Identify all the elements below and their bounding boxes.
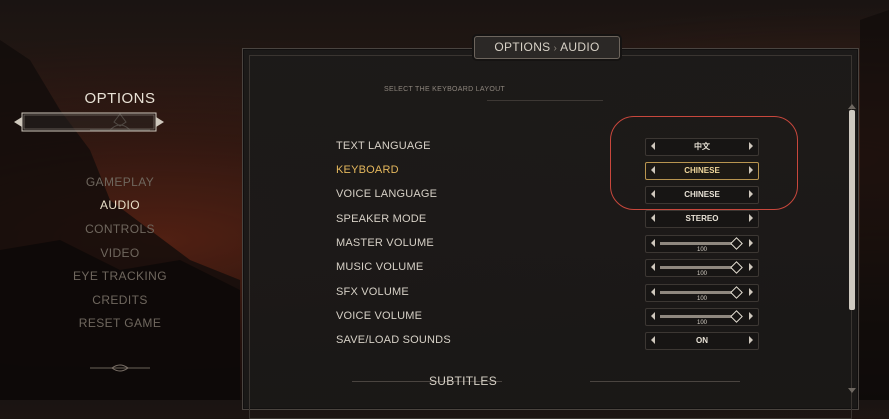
label-sfx-volume: SFX VOLUME bbox=[336, 286, 409, 298]
label-speaker-mode: SPEAKER MODE bbox=[336, 213, 427, 225]
sfx-volume-value: 100 bbox=[696, 296, 707, 302]
setting-hint: SELECT THE KEYBOARD LAYOUT bbox=[384, 86, 505, 93]
master-volume-value: 100 bbox=[696, 247, 707, 253]
hint-divider bbox=[487, 100, 603, 101]
slider-track[interactable] bbox=[660, 242, 736, 245]
label-music-volume: MUSIC VOLUME bbox=[336, 261, 424, 273]
music-volume-slider[interactable]: 100 bbox=[645, 259, 759, 277]
label-voice-language: VOICE LANGUAGE bbox=[336, 188, 438, 200]
speaker-mode-value: STEREO bbox=[685, 214, 719, 223]
voice-volume-slider[interactable]: 100 bbox=[645, 308, 759, 326]
save-load-sounds-value: ON bbox=[696, 336, 708, 345]
save-load-sounds-selector[interactable]: ON bbox=[645, 332, 759, 350]
menu-item-credits[interactable]: CREDITS bbox=[30, 293, 210, 307]
menu-item-audio[interactable]: AUDIO bbox=[30, 198, 210, 212]
arrow-right-icon[interactable] bbox=[749, 263, 753, 271]
sfx-volume-slider[interactable]: 100 bbox=[645, 284, 759, 302]
slider-track[interactable] bbox=[660, 266, 736, 269]
menu-item-reset-game[interactable]: RESET GAME bbox=[30, 316, 210, 330]
music-volume-value: 100 bbox=[696, 271, 707, 277]
speaker-mode-selector[interactable]: STEREO bbox=[645, 210, 759, 228]
arrow-right-icon[interactable] bbox=[749, 239, 753, 247]
breadcrumb-tab: OPTIONS › AUDIO bbox=[474, 36, 620, 59]
breadcrumb-options: OPTIONS bbox=[494, 40, 551, 54]
arrow-left-icon[interactable] bbox=[651, 288, 655, 296]
label-voice-volume: VOICE VOLUME bbox=[336, 310, 423, 322]
breadcrumb-separator: › bbox=[553, 43, 558, 54]
breadcrumb-audio: AUDIO bbox=[560, 40, 600, 54]
menu-item-gameplay[interactable]: GAMEPLAY bbox=[30, 175, 210, 189]
menu-item-video[interactable]: VIDEO bbox=[30, 246, 210, 260]
arrow-left-icon[interactable] bbox=[651, 263, 655, 271]
options-panel bbox=[242, 48, 859, 419]
label-save-load-sounds: SAVE/LOAD SOUNDS bbox=[336, 334, 451, 346]
arrow-right-icon[interactable] bbox=[749, 336, 753, 344]
arrow-right-icon[interactable] bbox=[749, 288, 753, 296]
arrow-left-icon[interactable] bbox=[651, 239, 655, 247]
slider-track[interactable] bbox=[660, 315, 736, 318]
arrow-left-icon[interactable] bbox=[651, 312, 655, 320]
voice-volume-value: 100 bbox=[696, 320, 707, 326]
menu-item-controls[interactable]: CONTROLS bbox=[30, 222, 210, 236]
arrow-right-icon[interactable] bbox=[749, 312, 753, 320]
label-text-language: TEXT LANGUAGE bbox=[336, 140, 431, 152]
annotation-highlight bbox=[610, 116, 798, 210]
scroll-up-icon[interactable] bbox=[848, 104, 856, 109]
scrollbar-thumb[interactable] bbox=[849, 110, 855, 310]
label-keyboard: KEYBOARD bbox=[336, 164, 399, 176]
active-item-frame bbox=[14, 112, 164, 132]
slider-track[interactable] bbox=[660, 291, 736, 294]
subtitles-section-header: SUBTITLES bbox=[428, 374, 498, 388]
menu-item-eye-tracking[interactable]: EYE TRACKING bbox=[30, 269, 210, 283]
subtitles-divider-right bbox=[590, 381, 740, 382]
master-volume-slider[interactable]: 100 bbox=[645, 235, 759, 253]
arrow-right-icon[interactable] bbox=[749, 214, 753, 222]
label-master-volume: MASTER VOLUME bbox=[336, 237, 434, 249]
scroll-down-icon[interactable] bbox=[848, 388, 856, 393]
options-menu: OPTIONS bbox=[30, 80, 210, 107]
